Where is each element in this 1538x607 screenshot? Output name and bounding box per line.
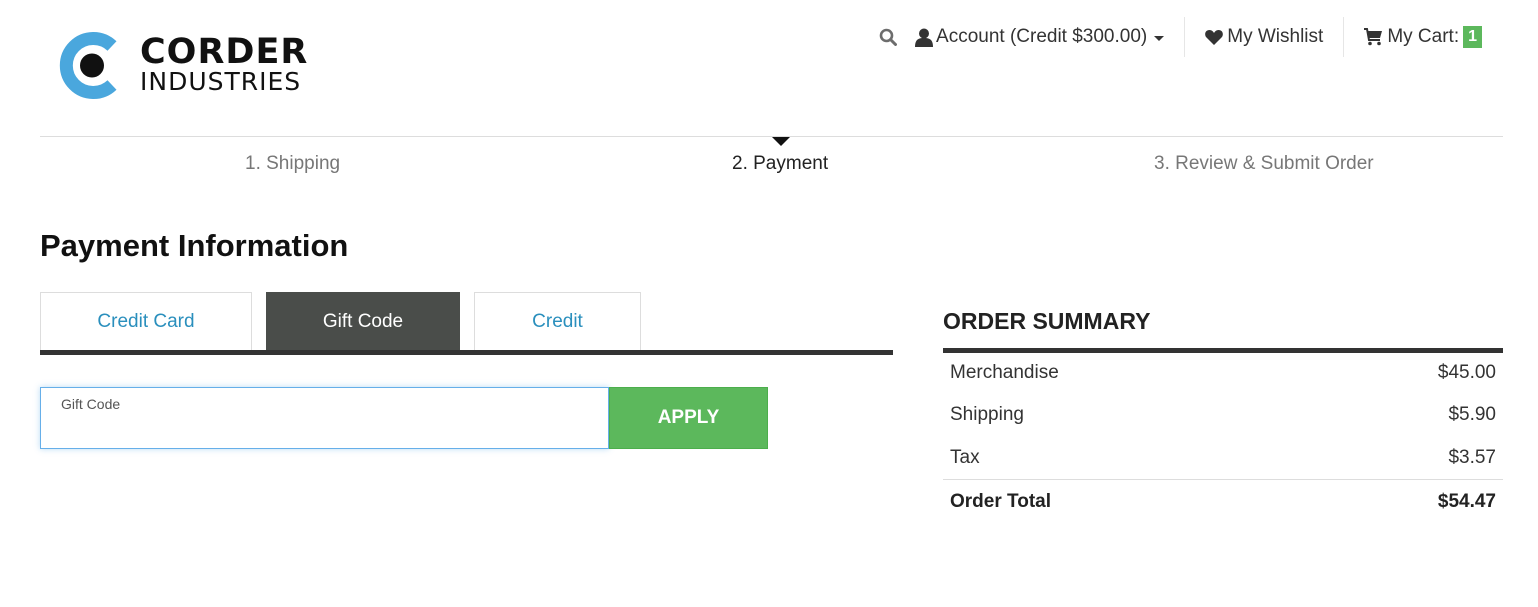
brand-subname: INDUSTRIES bbox=[140, 67, 302, 96]
cart-link[interactable]: My Cart: 1 bbox=[1344, 16, 1502, 58]
active-step-indicator-icon bbox=[772, 137, 790, 146]
summary-value: $45.00 bbox=[1437, 362, 1496, 383]
wishlist-link[interactable]: My Wishlist bbox=[1185, 16, 1343, 58]
brand-logo[interactable]: CORDER INDUSTRIES bbox=[58, 32, 318, 102]
order-summary: ORDER SUMMARY Merchandise $45.00 Shippin… bbox=[943, 300, 1503, 523]
user-icon bbox=[915, 28, 934, 47]
summary-row-total: Order Total $54.47 bbox=[943, 479, 1503, 523]
summary-row-tax: Tax $3.57 bbox=[943, 436, 1503, 479]
step-payment: 2. Payment bbox=[732, 153, 829, 174]
order-total-label: Order Total bbox=[950, 490, 1051, 512]
gift-code-label: Gift Code bbox=[61, 396, 121, 412]
payment-tabs: Credit Card Gift Code Credit bbox=[40, 292, 893, 355]
top-navigation: Account (Credit $300.00) My Wishlist My … bbox=[879, 16, 1502, 58]
step-shipping[interactable]: 1. Shipping bbox=[245, 153, 340, 175]
summary-row-merchandise: Merchandise $45.00 bbox=[943, 353, 1503, 393]
heart-icon bbox=[1205, 30, 1224, 45]
page-title: Payment Information bbox=[40, 228, 349, 263]
search-icon bbox=[879, 28, 898, 46]
account-dropdown[interactable]: Account (Credit $300.00) bbox=[915, 16, 1184, 58]
tab-gift-code[interactable]: Gift Code bbox=[266, 292, 460, 350]
gift-code-field[interactable]: Gift Code bbox=[40, 387, 609, 449]
tabs-underline bbox=[40, 350, 893, 355]
summary-row-shipping: Shipping $5.90 bbox=[943, 393, 1503, 436]
tab-credit[interactable]: Credit bbox=[474, 292, 641, 350]
gift-code-input[interactable] bbox=[61, 416, 591, 442]
wishlist-label: My Wishlist bbox=[1227, 26, 1324, 47]
logo-mark-icon bbox=[59, 32, 117, 99]
cart-label: My Cart: bbox=[1387, 26, 1460, 47]
order-summary-title: ORDER SUMMARY bbox=[943, 308, 1151, 334]
order-total-value: $54.47 bbox=[1437, 490, 1496, 512]
summary-value: $5.90 bbox=[1448, 403, 1496, 425]
search-button[interactable] bbox=[879, 16, 915, 58]
summary-label: Merchandise bbox=[950, 362, 1059, 383]
cart-count-badge: 1 bbox=[1463, 26, 1482, 48]
step-review: 3. Review & Submit Order bbox=[1154, 153, 1374, 174]
cart-icon bbox=[1364, 28, 1383, 46]
chevron-down-icon bbox=[1154, 36, 1165, 41]
summary-label: Tax bbox=[950, 446, 980, 468]
account-label: Account (Credit $300.00) bbox=[936, 26, 1148, 47]
apply-button[interactable]: APPLY bbox=[609, 387, 768, 449]
summary-value: $3.57 bbox=[1448, 446, 1496, 468]
brand-name: CORDER bbox=[140, 32, 309, 72]
summary-label: Shipping bbox=[950, 403, 1024, 425]
tab-credit-card[interactable]: Credit Card bbox=[40, 292, 252, 350]
